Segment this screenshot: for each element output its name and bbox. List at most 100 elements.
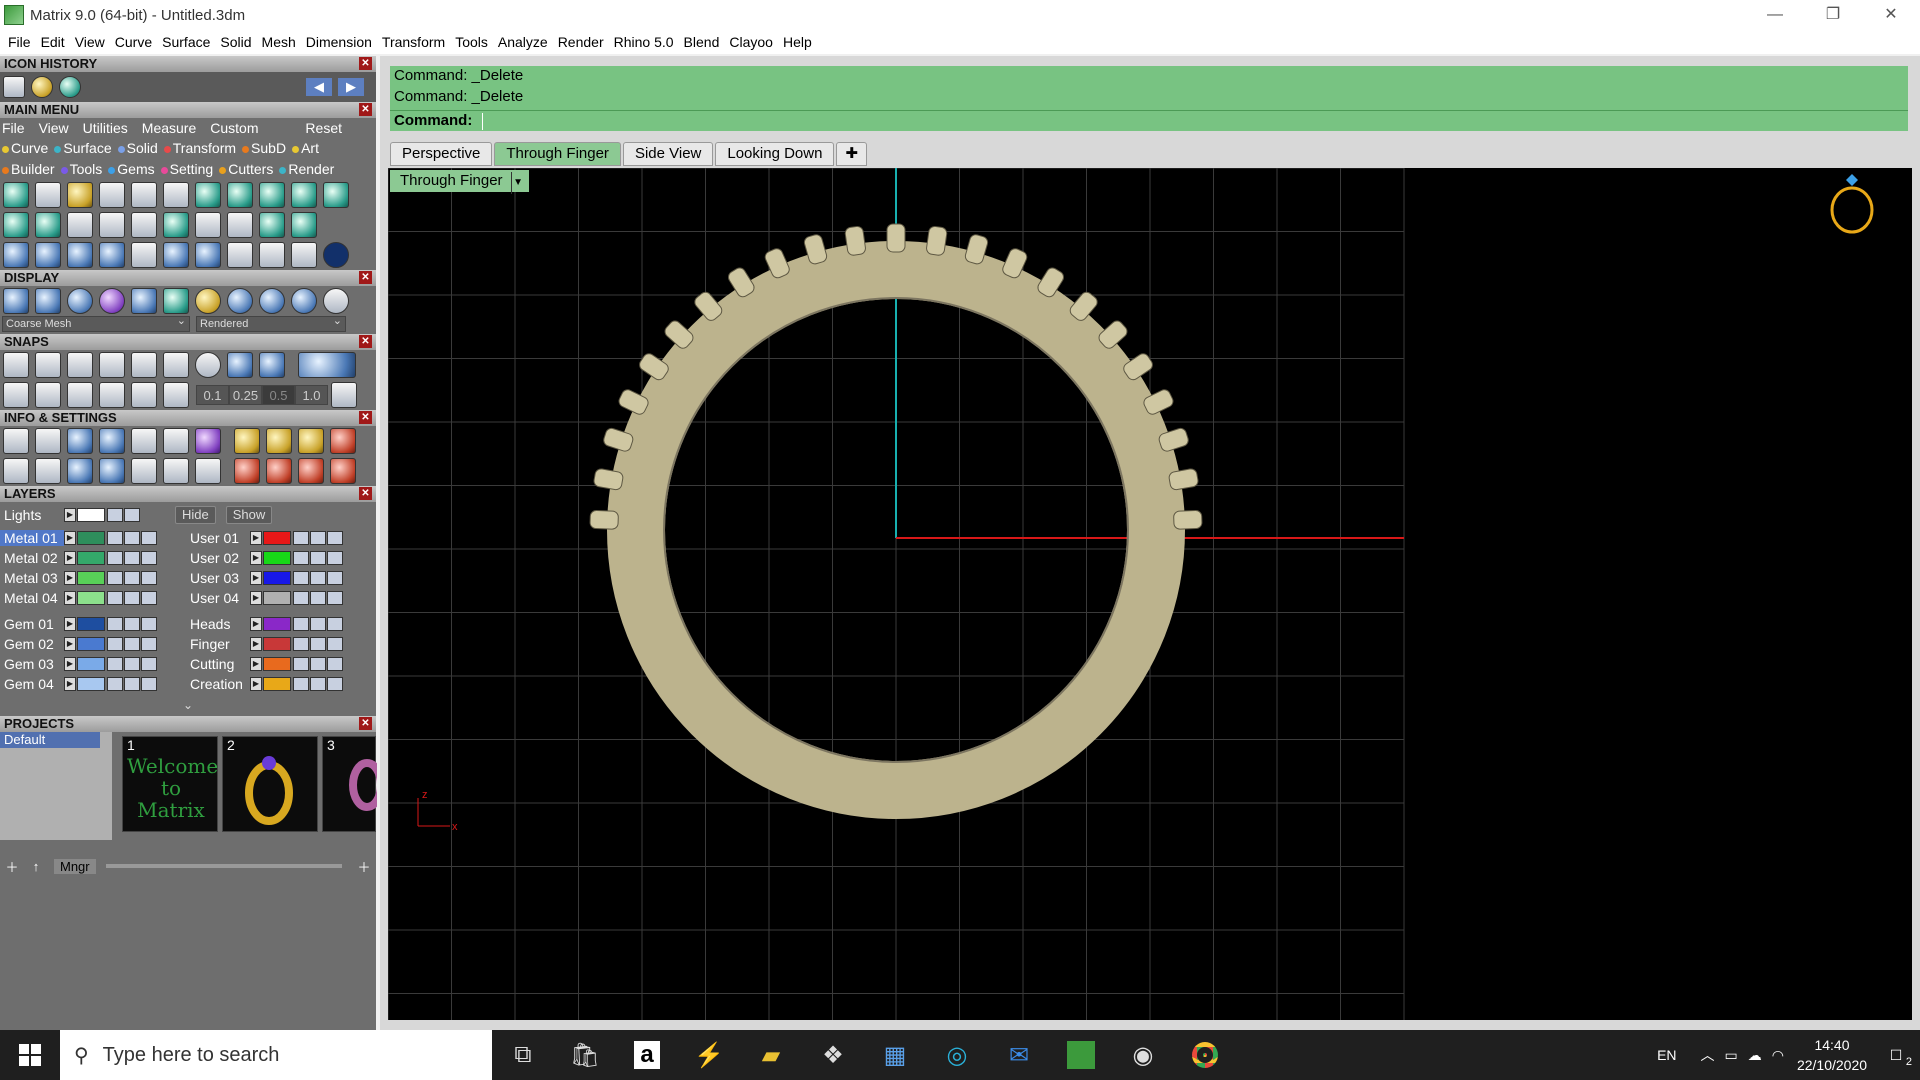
lock-icon[interactable] bbox=[293, 617, 309, 631]
close-button[interactable]: ✕ bbox=[1862, 0, 1920, 30]
tool-icon[interactable] bbox=[227, 242, 253, 268]
expand-icon[interactable]: ▶ bbox=[64, 617, 76, 631]
visibility-icon[interactable] bbox=[310, 531, 326, 545]
tab-cutters[interactable]: Cutters bbox=[219, 159, 273, 180]
projects-scrollbar[interactable] bbox=[105, 864, 342, 868]
lock-icon[interactable] bbox=[107, 508, 123, 522]
viewport-canvas[interactable]: z x bbox=[388, 168, 1912, 1020]
visibility-icon[interactable] bbox=[310, 591, 326, 605]
project-default[interactable]: Default bbox=[0, 732, 100, 748]
visibility-icon[interactable] bbox=[124, 591, 140, 605]
visibility-icon[interactable] bbox=[310, 551, 326, 565]
tab-art[interactable]: Art bbox=[292, 138, 319, 159]
layer-name[interactable]: Gem 02 bbox=[0, 636, 64, 652]
menu-rhino[interactable]: Rhino 5.0 bbox=[612, 34, 682, 50]
info-icon[interactable] bbox=[195, 458, 221, 484]
snap-icon[interactable] bbox=[163, 382, 189, 408]
layer-color-swatch[interactable] bbox=[77, 591, 105, 605]
tool-icon[interactable] bbox=[259, 242, 285, 268]
layers-expand-icon[interactable]: ⌄ bbox=[0, 694, 376, 716]
grid-icon[interactable] bbox=[331, 382, 357, 408]
layer-name[interactable]: Gem 03 bbox=[0, 656, 64, 672]
tool-icon[interactable] bbox=[227, 182, 253, 208]
language-indicator[interactable]: EN bbox=[1657, 1047, 1676, 1063]
chevron-up-icon[interactable]: ︿ bbox=[1701, 1045, 1715, 1065]
layer-toggle[interactable] bbox=[327, 551, 343, 565]
layer-row[interactable]: User 02 ▶ bbox=[186, 548, 366, 568]
tab-gems[interactable]: Gems bbox=[108, 159, 155, 180]
expand-icon[interactable]: ▶ bbox=[64, 571, 76, 585]
windows-start-icon[interactable] bbox=[0, 1030, 60, 1080]
info-icon[interactable] bbox=[131, 428, 157, 454]
notifications-icon[interactable]: ☐ 2 bbox=[1872, 1047, 1920, 1068]
layer-color-swatch[interactable] bbox=[77, 657, 105, 671]
layer-row[interactable]: Gem 01 ▶ bbox=[0, 614, 186, 634]
history-tool-icon[interactable] bbox=[31, 76, 53, 98]
layer-row[interactable]: User 04 ▶ bbox=[186, 588, 366, 608]
layer-row[interactable]: Gem 03 ▶ bbox=[0, 654, 186, 674]
layer-color-swatch[interactable] bbox=[77, 677, 105, 691]
visibility-icon[interactable] bbox=[124, 677, 140, 691]
layer-color-swatch[interactable] bbox=[77, 551, 105, 565]
tab-tools[interactable]: Tools bbox=[60, 159, 102, 180]
menu-analyze[interactable]: Analyze bbox=[496, 34, 556, 50]
expand-icon[interactable]: ▶ bbox=[250, 657, 262, 671]
tool-icon[interactable] bbox=[3, 182, 29, 208]
add-viewport-icon[interactable]: ✚ bbox=[836, 142, 868, 166]
layer-name[interactable]: Metal 02 bbox=[0, 550, 64, 566]
layer-name[interactable]: Creation bbox=[186, 676, 250, 692]
add-icon[interactable]: ＋ bbox=[0, 857, 24, 876]
tab-through-finger[interactable]: Through Finger bbox=[494, 142, 621, 166]
expand-icon[interactable]: ▶ bbox=[64, 551, 76, 565]
menu-mesh[interactable]: Mesh bbox=[260, 34, 304, 50]
snap-value[interactable]: 0.25 bbox=[229, 385, 262, 405]
menu-tools[interactable]: Tools bbox=[453, 34, 496, 50]
tab-solid[interactable]: Solid bbox=[117, 138, 158, 159]
mm-custom[interactable]: Custom bbox=[210, 118, 258, 138]
layer-row[interactable]: User 01 ▶ bbox=[186, 528, 366, 548]
layer-color-swatch[interactable] bbox=[263, 571, 291, 585]
info-icon[interactable] bbox=[266, 458, 292, 484]
tool-icon[interactable] bbox=[259, 182, 285, 208]
tool-icon[interactable] bbox=[227, 212, 253, 238]
close-icon[interactable]: ✕ bbox=[359, 411, 372, 424]
expand-icon[interactable]: ▶ bbox=[250, 617, 262, 631]
mm-file[interactable]: File bbox=[2, 118, 25, 138]
visibility-icon[interactable] bbox=[124, 571, 140, 585]
show-button[interactable]: Show bbox=[225, 506, 273, 524]
layer-row[interactable]: Finger ▶ bbox=[186, 634, 366, 654]
expand-icon[interactable]: ▶ bbox=[64, 637, 76, 651]
tool-icon[interactable] bbox=[67, 182, 93, 208]
visibility-icon[interactable] bbox=[310, 617, 326, 631]
sphere-icon[interactable] bbox=[323, 288, 349, 314]
tool-icon[interactable] bbox=[195, 242, 221, 268]
menu-blend[interactable]: Blend bbox=[682, 34, 728, 50]
move-icon[interactable] bbox=[131, 242, 157, 268]
sphere-icon[interactable] bbox=[67, 288, 93, 314]
menu-render[interactable]: Render bbox=[556, 34, 612, 50]
layer-toggle[interactable] bbox=[327, 657, 343, 671]
edge-icon[interactable]: ◎ bbox=[926, 1030, 988, 1080]
close-icon[interactable]: ✕ bbox=[359, 103, 372, 116]
close-icon[interactable]: ✕ bbox=[359, 271, 372, 284]
matrix-taskbar-icon[interactable] bbox=[1050, 1030, 1112, 1080]
layer-toggle[interactable] bbox=[141, 617, 157, 631]
menu-view[interactable]: View bbox=[73, 34, 113, 50]
lights-color[interactable] bbox=[77, 508, 105, 522]
layer-row[interactable]: Gem 04 ▶ bbox=[0, 674, 186, 694]
snap-icon[interactable] bbox=[35, 382, 61, 408]
expand-icon[interactable]: ▶ bbox=[64, 508, 76, 522]
snap-value[interactable]: 0.5 bbox=[262, 385, 295, 405]
layer-toggle[interactable] bbox=[141, 657, 157, 671]
tab-surface[interactable]: Surface bbox=[54, 138, 112, 159]
visibility-icon[interactable] bbox=[124, 617, 140, 631]
layer-color-swatch[interactable] bbox=[77, 571, 105, 585]
layer-toggle[interactable] bbox=[327, 571, 343, 585]
layer-color-swatch[interactable] bbox=[77, 617, 105, 631]
tool-icon[interactable] bbox=[131, 212, 157, 238]
app-icon[interactable]: ◉ bbox=[1112, 1030, 1174, 1080]
layer-row[interactable]: Creation ▶ bbox=[186, 674, 366, 694]
snap-icon[interactable] bbox=[195, 352, 221, 378]
lock-icon[interactable] bbox=[107, 617, 123, 631]
layer-row[interactable]: Cutting ▶ bbox=[186, 654, 366, 674]
